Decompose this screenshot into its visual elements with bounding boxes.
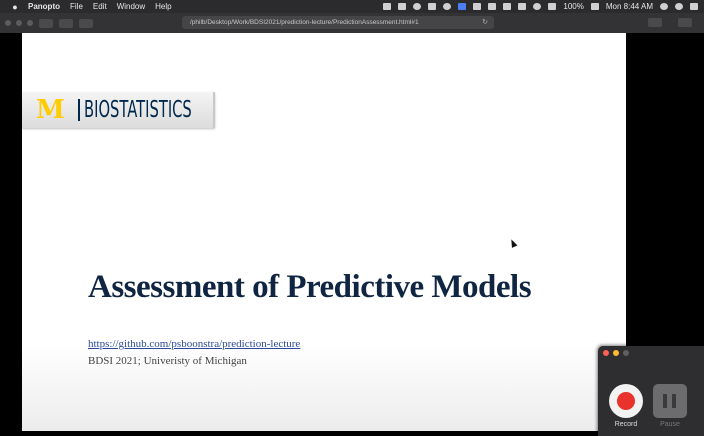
repo-link[interactable]: https://github.com/psboonstra/prediction… — [88, 338, 300, 350]
wifi-icon[interactable] — [533, 3, 542, 10]
menu-edit[interactable]: Edit — [93, 2, 107, 11]
menu-window[interactable]: Window — [117, 2, 145, 11]
screen-mirror-icon[interactable] — [383, 3, 392, 10]
user-icon[interactable] — [675, 3, 683, 10]
slide-title: Assessment of Predictive Models — [88, 269, 532, 305]
notification-center-icon[interactable] — [690, 3, 698, 10]
creative-cloud-icon[interactable] — [413, 3, 422, 10]
block-m-logo: M — [36, 95, 65, 125]
logo-text: BIOSTATISTICS — [84, 97, 192, 123]
status-area: 100% Mon 8:44 AM — [383, 0, 698, 13]
flag-icon[interactable] — [488, 3, 497, 10]
keyboard-icon[interactable] — [518, 3, 527, 10]
recorder-panel: Record Pause — [598, 346, 704, 436]
address-bar[interactable]: /philb/Desktop/Work/BDSI2021/prediction-… — [182, 16, 494, 29]
browser-toolbar: /philb/Desktop/Work/BDSI2021/prediction-… — [0, 13, 704, 33]
share-button[interactable] — [648, 18, 662, 27]
app-status-icon[interactable] — [428, 3, 437, 10]
reload-icon[interactable]: ↻ — [482, 16, 488, 29]
dropbox-icon[interactable] — [398, 3, 407, 10]
sync-icon[interactable] — [443, 3, 452, 10]
menu-file[interactable]: File — [70, 2, 83, 11]
bluetooth-icon[interactable] — [503, 3, 512, 10]
recorder-zoom-button[interactable] — [623, 350, 629, 356]
pause-label: Pause — [660, 421, 680, 428]
menu-help[interactable]: Help — [155, 2, 171, 11]
slide: M BIOSTATISTICS Assessment of Predictive… — [22, 33, 626, 431]
menu-bar: ● Panopto File Edit Window Help 100% Mon… — [0, 0, 704, 13]
mendeley-icon[interactable] — [458, 3, 467, 10]
search-icon[interactable] — [660, 3, 668, 10]
url-text: /philb/Desktop/Work/BDSI2021/prediction-… — [190, 19, 419, 26]
record-button[interactable] — [609, 384, 643, 418]
zoom-window-button[interactable] — [27, 20, 33, 26]
toolbar-right — [642, 18, 692, 27]
minimize-window-button[interactable] — [16, 20, 22, 26]
menu-app-name[interactable]: Panopto — [28, 2, 60, 11]
logo-divider — [78, 99, 80, 121]
battery-percent: 100% — [563, 2, 584, 11]
clock[interactable]: Mon 8:44 AM — [606, 2, 653, 11]
tabs-button[interactable] — [678, 18, 692, 27]
volume-icon[interactable] — [548, 3, 557, 10]
close-window-button[interactable] — [5, 20, 11, 26]
slide-subtitle: BDSI 2021; Univeristy of Michigan — [88, 355, 247, 367]
record-label: Record — [614, 421, 638, 428]
mouse-cursor-icon — [508, 238, 518, 248]
recorder-minimize-button[interactable] — [613, 350, 619, 356]
forward-button[interactable] — [59, 18, 73, 28]
pause-icon — [663, 394, 667, 408]
record-icon — [617, 392, 635, 410]
recorder-close-button[interactable] — [603, 350, 609, 356]
back-button[interactable] — [39, 18, 53, 28]
battery-icon[interactable] — [590, 3, 599, 10]
pause-button[interactable] — [653, 384, 687, 418]
pause-icon-bar — [672, 394, 676, 408]
panopto-status-icon[interactable] — [473, 3, 482, 10]
sidebar-button[interactable] — [79, 18, 93, 28]
apple-icon[interactable]: ● — [10, 2, 20, 12]
umich-biostatistics-logo: M BIOSTATISTICS — [22, 92, 215, 128]
